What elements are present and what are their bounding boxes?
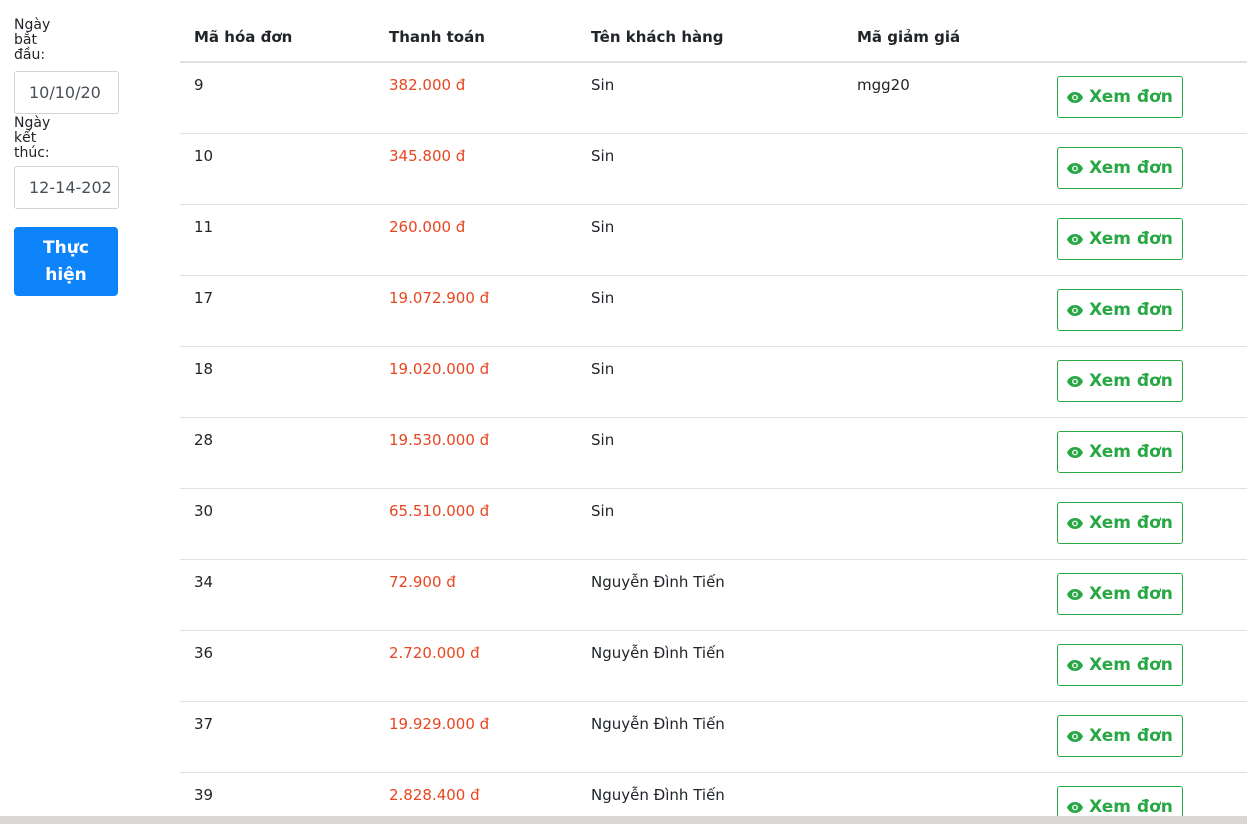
customer-name: Nguyễn Đình Tiến xyxy=(591,786,725,804)
view-order-button[interactable]: Xem đơn xyxy=(1057,573,1183,615)
view-order-label: Xem đơn xyxy=(1089,300,1173,320)
invoice-page: Ngày bắt đầu: 10/10/20 Ngày kết thúc: 12… xyxy=(0,0,1247,824)
payment-amount: 260.000 đ xyxy=(389,218,466,236)
table-body: 9 382.000 đ Sin mgg20 Xem đơn 10 345.800 đ Sin X… xyxy=(180,63,1247,824)
table-row: 28 19.530.000 đ Sin Xem đơn xyxy=(180,418,1247,489)
eye-icon xyxy=(1067,446,1084,458)
eye-icon xyxy=(1067,375,1084,387)
view-order-button[interactable]: Xem đơn xyxy=(1057,289,1183,331)
start-date-input[interactable]: 10/10/20 xyxy=(14,71,119,114)
view-order-button[interactable]: Xem đơn xyxy=(1057,360,1183,402)
view-order-label: Xem đơn xyxy=(1089,655,1173,675)
table-header: Mã hóa đơn Thanh toán Tên khách hàng Mã … xyxy=(180,0,1247,63)
customer-name: Sin xyxy=(591,431,615,449)
customer-name: Nguyễn Đình Tiến xyxy=(591,715,725,733)
payment-amount: 382.000 đ xyxy=(389,76,466,94)
view-order-label: Xem đơn xyxy=(1089,87,1173,107)
invoice-table: Mã hóa đơn Thanh toán Tên khách hàng Mã … xyxy=(180,0,1247,824)
payment-amount: 19.929.000 đ xyxy=(389,715,490,733)
view-order-label: Xem đơn xyxy=(1089,442,1173,462)
table-row: 10 345.800 đ Sin Xem đơn xyxy=(180,134,1247,205)
invoice-id: 30 xyxy=(194,502,214,520)
view-order-label: Xem đơn xyxy=(1089,513,1173,533)
customer-name: Sin xyxy=(591,289,615,307)
payment-amount: 345.800 đ xyxy=(389,147,466,165)
payment-amount: 19.020.000 đ xyxy=(389,360,490,378)
end-date-input[interactable]: 12-14-202 xyxy=(14,166,119,209)
invoice-id: 9 xyxy=(194,76,204,94)
invoice-id: 34 xyxy=(194,573,214,591)
view-order-button[interactable]: Xem đơn xyxy=(1057,431,1183,473)
customer-name: Nguyễn Đình Tiến xyxy=(591,644,725,662)
customer-name: Sin xyxy=(591,147,615,165)
start-date-value: 10/10/20 xyxy=(29,83,101,102)
payment-amount: 65.510.000 đ xyxy=(389,502,490,520)
table-row: 17 19.072.900 đ Sin Xem đơn xyxy=(180,276,1247,347)
eye-icon xyxy=(1067,304,1084,316)
invoice-id: 17 xyxy=(194,289,214,307)
eye-icon xyxy=(1067,730,1084,742)
view-order-button[interactable]: Xem đơn xyxy=(1057,147,1183,189)
table-row: 18 19.020.000 đ Sin Xem đơn xyxy=(180,347,1247,418)
view-order-label: Xem đơn xyxy=(1089,158,1173,178)
customer-name: Sin xyxy=(591,76,615,94)
view-order-button[interactable]: Xem đơn xyxy=(1057,644,1183,686)
start-date-label: Ngày bắt đầu: xyxy=(14,17,51,63)
eye-icon xyxy=(1067,162,1084,174)
header-payment: Thanh toán xyxy=(389,28,485,46)
table-row: 37 19.929.000 đ Nguyễn Đình Tiến Xem đơn xyxy=(180,702,1247,773)
view-order-button[interactable]: Xem đơn xyxy=(1057,715,1183,757)
eye-icon xyxy=(1067,233,1084,245)
eye-icon xyxy=(1067,801,1084,813)
date-filter-panel: Ngày bắt đầu: 10/10/20 Ngày kết thúc: 12… xyxy=(14,18,120,296)
payment-amount: 72.900 đ xyxy=(389,573,456,591)
end-date-value: 12-14-202 xyxy=(29,178,112,197)
header-customer-name: Tên khách hàng xyxy=(591,28,724,46)
header-invoice-id: Mã hóa đơn xyxy=(194,28,293,46)
view-order-label: Xem đơn xyxy=(1089,371,1173,391)
table-row: 30 65.510.000 đ Sin Xem đơn xyxy=(180,489,1247,560)
eye-icon xyxy=(1067,588,1084,600)
eye-icon xyxy=(1067,91,1084,103)
view-order-label: Xem đơn xyxy=(1089,726,1173,746)
invoice-id: 18 xyxy=(194,360,214,378)
payment-amount: 19.072.900 đ xyxy=(389,289,490,307)
invoice-id: 37 xyxy=(194,715,214,733)
payment-amount: 2.828.400 đ xyxy=(389,786,480,804)
table-row: 36 2.720.000 đ Nguyễn Đình Tiến Xem đơn xyxy=(180,631,1247,702)
table-row: 11 260.000 đ Sin Xem đơn xyxy=(180,205,1247,276)
view-order-button[interactable]: Xem đơn xyxy=(1057,502,1183,544)
horizontal-scrollbar[interactable] xyxy=(0,816,1247,824)
view-order-label: Xem đơn xyxy=(1089,229,1173,249)
table-row: 34 72.900 đ Nguyễn Đình Tiến Xem đơn xyxy=(180,560,1247,631)
customer-name: Nguyễn Đình Tiến xyxy=(591,573,725,591)
payment-amount: 2.720.000 đ xyxy=(389,644,480,662)
invoice-id: 10 xyxy=(194,147,214,165)
eye-icon xyxy=(1067,517,1084,529)
customer-name: Sin xyxy=(591,502,615,520)
invoice-id: 36 xyxy=(194,644,214,662)
invoice-id: 39 xyxy=(194,786,214,804)
coupon-code: mgg20 xyxy=(857,76,910,94)
table-row: 9 382.000 đ Sin mgg20 Xem đơn xyxy=(180,63,1247,134)
payment-amount: 19.530.000 đ xyxy=(389,431,490,449)
invoice-id: 11 xyxy=(194,218,214,236)
header-coupon-code: Mã giảm giá xyxy=(857,28,961,46)
customer-name: Sin xyxy=(591,360,615,378)
view-order-label: Xem đơn xyxy=(1089,797,1173,817)
eye-icon xyxy=(1067,659,1084,671)
customer-name: Sin xyxy=(591,218,615,236)
submit-button[interactable]: Thực hiện xyxy=(14,227,118,296)
end-date-label: Ngày kết thúc: xyxy=(14,115,51,161)
invoice-id: 28 xyxy=(194,431,214,449)
view-order-button[interactable]: Xem đơn xyxy=(1057,218,1183,260)
view-order-button[interactable]: Xem đơn xyxy=(1057,76,1183,118)
view-order-label: Xem đơn xyxy=(1089,584,1173,604)
